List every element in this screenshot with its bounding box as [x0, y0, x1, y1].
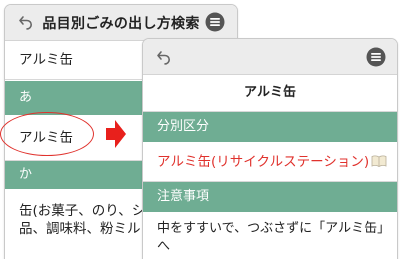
top-bar — [143, 39, 397, 75]
note-line1: 中をすすいで、つぶさずに「アルミ缶」 — [157, 221, 391, 236]
section-header-category: 分別区分 — [143, 112, 397, 142]
item-detail-screen: アルミ缶 分別区分 アルミ缶(リサイクルステーション) 注意事項 中をすすいで、… — [142, 38, 398, 259]
menu-icon[interactable] — [366, 47, 386, 67]
back-arrow-icon[interactable] — [156, 49, 172, 65]
section-header-notes: 注意事項 — [143, 182, 397, 212]
category-row[interactable]: アルミ缶(リサイクルステーション) — [143, 142, 397, 182]
category-link[interactable]: アルミ缶(リサイクルステーション) — [157, 154, 369, 170]
note-line2: へ — [157, 239, 171, 254]
right-arrow-icon — [106, 120, 126, 148]
menu-icon[interactable] — [205, 12, 225, 32]
top-bar: 品目別ごみの出し方検索 — [5, 5, 237, 41]
selection-highlight-circle — [0, 112, 94, 156]
book-icon[interactable] — [371, 155, 387, 167]
page-title: 品目別ごみの出し方検索 — [42, 16, 200, 32]
item-title: アルミ缶 — [143, 75, 397, 112]
